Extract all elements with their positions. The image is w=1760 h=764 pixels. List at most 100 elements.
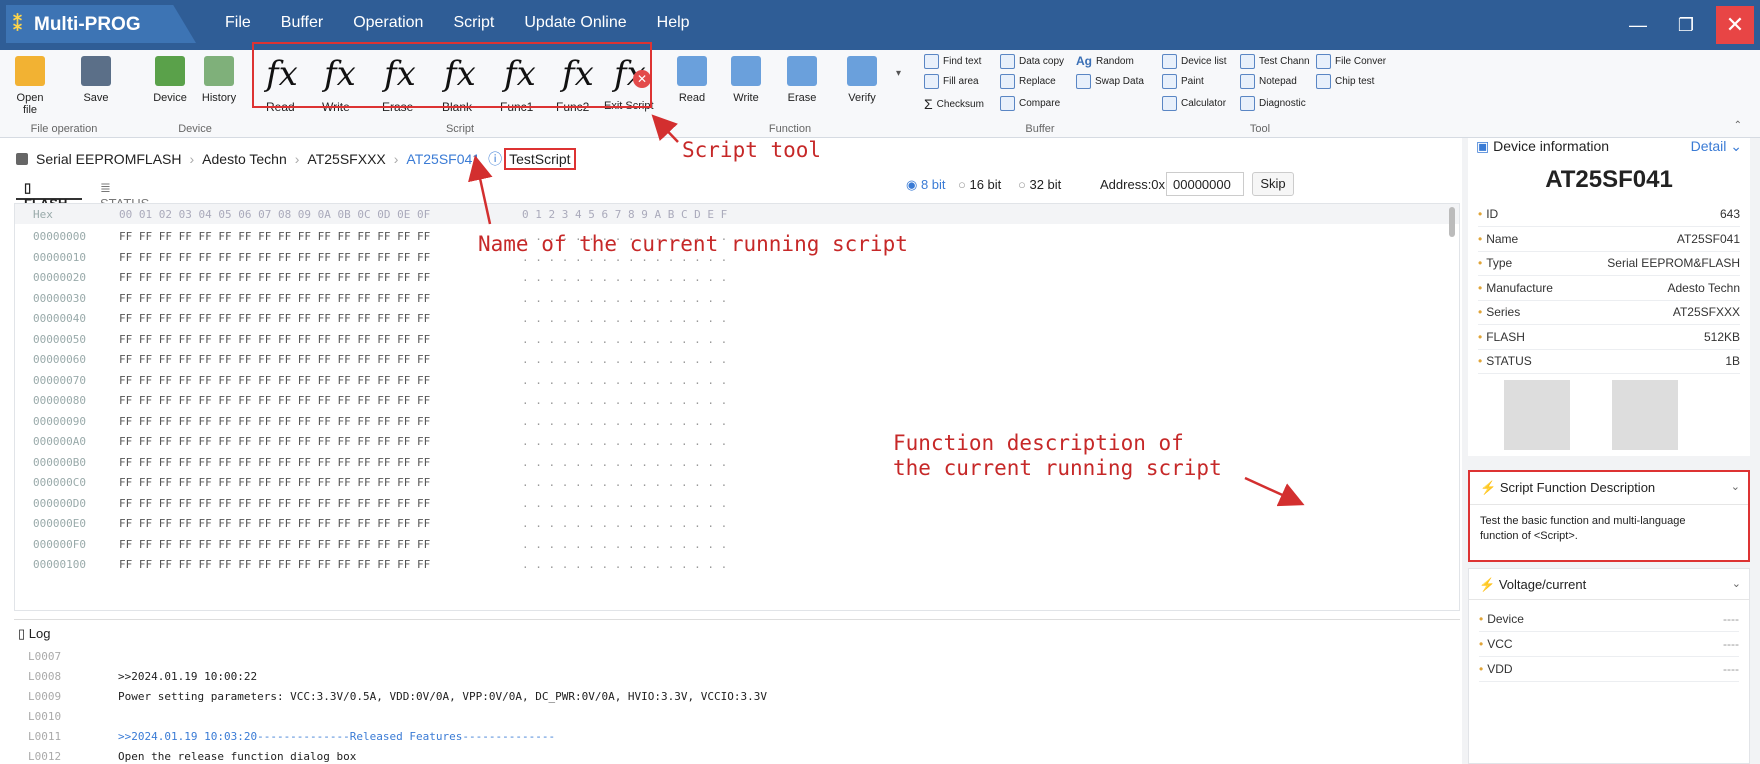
- checksum-button[interactable]: Σ Checksum: [924, 96, 984, 112]
- device-list-button[interactable]: Device list: [1162, 54, 1227, 69]
- folder-icon: [15, 56, 45, 86]
- hex-bytes[interactable]: FF FF FF FF FF FF FF FF FF FF FF FF FF F…: [119, 558, 430, 571]
- hex-bytes[interactable]: FF FF FF FF FF FF FF FF FF FF FF FF FF F…: [119, 333, 430, 346]
- hex-row[interactable]: 00000030 FF FF FF FF FF FF FF FF FF FF FF…: [15, 288, 1459, 308]
- save-button[interactable]: Save: [78, 56, 114, 104]
- detail-link[interactable]: Detail ⌄: [1691, 138, 1742, 155]
- hex-bytes[interactable]: FF FF FF FF FF FF FF FF FF FF FF FF FF F…: [119, 394, 430, 407]
- function-more-icon[interactable]: ▾: [896, 68, 901, 79]
- menu-file[interactable]: File: [225, 14, 251, 32]
- hex-scrollbar[interactable]: [1449, 207, 1455, 237]
- paint-button[interactable]: Paint: [1162, 74, 1204, 89]
- hex-row[interactable]: 00000020 FF FF FF FF FF FF FF FF FF FF FF…: [15, 267, 1459, 287]
- hex-row[interactable]: 00000070 FF FF FF FF FF FF FF FF FF FF FF…: [15, 370, 1459, 390]
- data-copy-button[interactable]: Data copy: [1000, 54, 1064, 69]
- tab-status[interactable]: ≣ STATUS: [92, 176, 168, 211]
- hex-bytes[interactable]: FF FF FF FF FF FF FF FF FF FF FF FF FF F…: [119, 374, 430, 387]
- hex-editor[interactable]: Hex 00 01 02 03 04 05 06 07 08 09 0A 0B …: [14, 203, 1460, 611]
- sigma-icon: Σ: [924, 96, 933, 112]
- random-button[interactable]: Ag Random: [1076, 54, 1134, 68]
- hex-bytes[interactable]: FF FF FF FF FF FF FF FF FF FF FF FF FF F…: [119, 415, 430, 428]
- calculator-button[interactable]: Calculator: [1162, 96, 1226, 111]
- find-text-button[interactable]: Find text: [924, 54, 981, 69]
- hex-bytes[interactable]: FF FF FF FF FF FF FF FF FF FF FF FF FF F…: [119, 312, 430, 325]
- restore-icon[interactable]: ❐: [1664, 8, 1708, 42]
- hex-bytes[interactable]: FF FF FF FF FF FF FF FF FF FF FF FF FF F…: [119, 271, 430, 284]
- list-icon: [1162, 54, 1177, 69]
- breadcrumb-series[interactable]: AT25SFXXX: [307, 151, 385, 167]
- function-erase-button[interactable]: Erase: [784, 56, 820, 104]
- file-conver-button[interactable]: File Conver: [1316, 54, 1386, 69]
- history-button[interactable]: History: [196, 56, 242, 104]
- hex-bytes[interactable]: FF FF FF FF FF FF FF FF FF FF FF FF FF F…: [119, 538, 430, 551]
- hex-bytes[interactable]: FF FF FF FF FF FF FF FF FF FF FF FF FF F…: [119, 456, 430, 469]
- function-write-button[interactable]: Write: [728, 56, 764, 104]
- menu-help[interactable]: Help: [657, 14, 690, 32]
- diagnostic-button[interactable]: Diagnostic: [1240, 96, 1306, 111]
- radio-32bit[interactable]: ○ 32 bit: [1018, 177, 1061, 192]
- breadcrumb-type[interactable]: Serial EEPROMFLASH: [36, 151, 181, 167]
- address-input[interactable]: 00000000: [1166, 172, 1244, 196]
- radio-16bit[interactable]: ○ 16 bit: [958, 177, 1001, 192]
- hex-bytes[interactable]: FF FF FF FF FF FF FF FF FF FF FF FF FF F…: [119, 497, 430, 510]
- close-icon[interactable]: ✕: [1716, 6, 1754, 44]
- replace-button[interactable]: Replace: [1000, 74, 1056, 89]
- swap-data-button[interactable]: Swap Data: [1076, 74, 1144, 89]
- hex-bytes[interactable]: FF FF FF FF FF FF FF FF FF FF FF FF FF F…: [119, 435, 430, 448]
- open-file-button[interactable]: Open file: [8, 56, 52, 116]
- chip-test-button[interactable]: Chip test: [1316, 74, 1374, 89]
- minimize-icon[interactable]: —: [1616, 8, 1660, 42]
- hex-bytes[interactable]: FF FF FF FF FF FF FF FF FF FF FF FF FF F…: [119, 476, 430, 489]
- notepad-button[interactable]: Notepad: [1240, 74, 1297, 89]
- hex-row[interactable]: 000000B0 FF FF FF FF FF FF FF FF FF FF FF…: [15, 452, 1459, 472]
- hex-bytes[interactable]: FF FF FF FF FF FF FF FF FF FF FF FF FF F…: [119, 251, 430, 264]
- hex-row[interactable]: 000000A0 FF FF FF FF FF FF FF FF FF FF FF…: [15, 431, 1459, 451]
- menu-operation[interactable]: Operation: [353, 14, 423, 32]
- ribbon-collapse-icon[interactable]: ⌃: [1734, 120, 1742, 131]
- file-convert-icon: [1316, 54, 1331, 69]
- hex-row[interactable]: 000000F0 FF FF FF FF FF FF FF FF FF FF FF…: [15, 534, 1459, 554]
- history-icon: [204, 56, 234, 86]
- fill-area-button[interactable]: Fill area: [924, 74, 979, 89]
- breadcrumb-manufacturer[interactable]: Adesto Techn: [202, 151, 287, 167]
- hex-bytes[interactable]: FF FF FF FF FF FF FF FF FF FF FF FF FF F…: [119, 292, 430, 305]
- hex-bytes[interactable]: FF FF FF FF FF FF FF FF FF FF FF FF FF F…: [119, 517, 430, 530]
- hex-row[interactable]: 000000D0 FF FF FF FF FF FF FF FF FF FF FF…: [15, 493, 1459, 513]
- menu-script[interactable]: Script: [453, 14, 494, 32]
- compare-button[interactable]: Compare: [1000, 96, 1060, 111]
- current-script-name: TestScript: [504, 148, 576, 170]
- group-label-buffer: Buffer: [1025, 123, 1055, 135]
- hex-row[interactable]: 00000080 FF FF FF FF FF FF FF FF FF FF FF…: [15, 390, 1459, 410]
- diagnostic-icon: [1240, 96, 1255, 111]
- skip-button[interactable]: Skip: [1252, 172, 1294, 196]
- tab-flash[interactable]: ▯ FLASH: [16, 176, 82, 211]
- function-read-button[interactable]: Read: [674, 56, 710, 104]
- radio-8bit[interactable]: ◉ 8 bit: [906, 177, 946, 193]
- address-label: Address:0x: [1100, 177, 1166, 192]
- device-name-title: AT25SF041: [1545, 166, 1673, 193]
- hex-address: 00000000: [33, 230, 86, 243]
- hex-row[interactable]: 00000060 FF FF FF FF FF FF FF FF FF FF FF…: [15, 349, 1459, 369]
- right-panel: ▣ Device information Detail ⌄ AT25SF041 …: [1462, 138, 1760, 764]
- hex-bytes[interactable]: FF FF FF FF FF FF FF FF FF FF FF FF FF F…: [119, 353, 430, 366]
- hex-row[interactable]: 00000100 FF FF FF FF FF FF FF FF FF FF FF…: [15, 554, 1459, 574]
- hex-bytes[interactable]: FF FF FF FF FF FF FF FF FF FF FF FF FF F…: [119, 230, 430, 243]
- hex-row[interactable]: 00000050 FF FF FF FF FF FF FF FF FF FF FF…: [15, 329, 1459, 349]
- menu-update-online[interactable]: Update Online: [524, 14, 626, 32]
- device-info-header: ▣ Device information: [1476, 138, 1610, 154]
- menu-buffer[interactable]: Buffer: [281, 14, 323, 32]
- script-desc-chevron-icon[interactable]: ⌄: [1731, 480, 1740, 493]
- device-property-row: • ID 643: [1478, 200, 1740, 227]
- hex-row[interactable]: 000000C0 FF FF FF FF FF FF FF FF FF FF FF…: [15, 472, 1459, 492]
- script-tool-highlight: [252, 42, 652, 108]
- breadcrumb-device[interactable]: AT25SF041: [406, 151, 480, 167]
- function-verify-button[interactable]: Verify: [842, 56, 882, 104]
- hex-row[interactable]: 000000E0 FF FF FF FF FF FF FF FF FF FF FF…: [15, 513, 1459, 533]
- test-chann-button[interactable]: Test Chann: [1240, 54, 1310, 69]
- device-button[interactable]: Device: [150, 56, 190, 104]
- voltage-chevron-icon[interactable]: ⌄: [1732, 577, 1741, 590]
- hex-row[interactable]: 00000040 FF FF FF FF FF FF FF FF FF FF FF…: [15, 308, 1459, 328]
- hex-row[interactable]: 00000090 FF FF FF FF FF FF FF FF FF FF FF…: [15, 411, 1459, 431]
- hex-address: 00000010: [33, 250, 86, 264]
- group-label-script: Script: [445, 123, 475, 135]
